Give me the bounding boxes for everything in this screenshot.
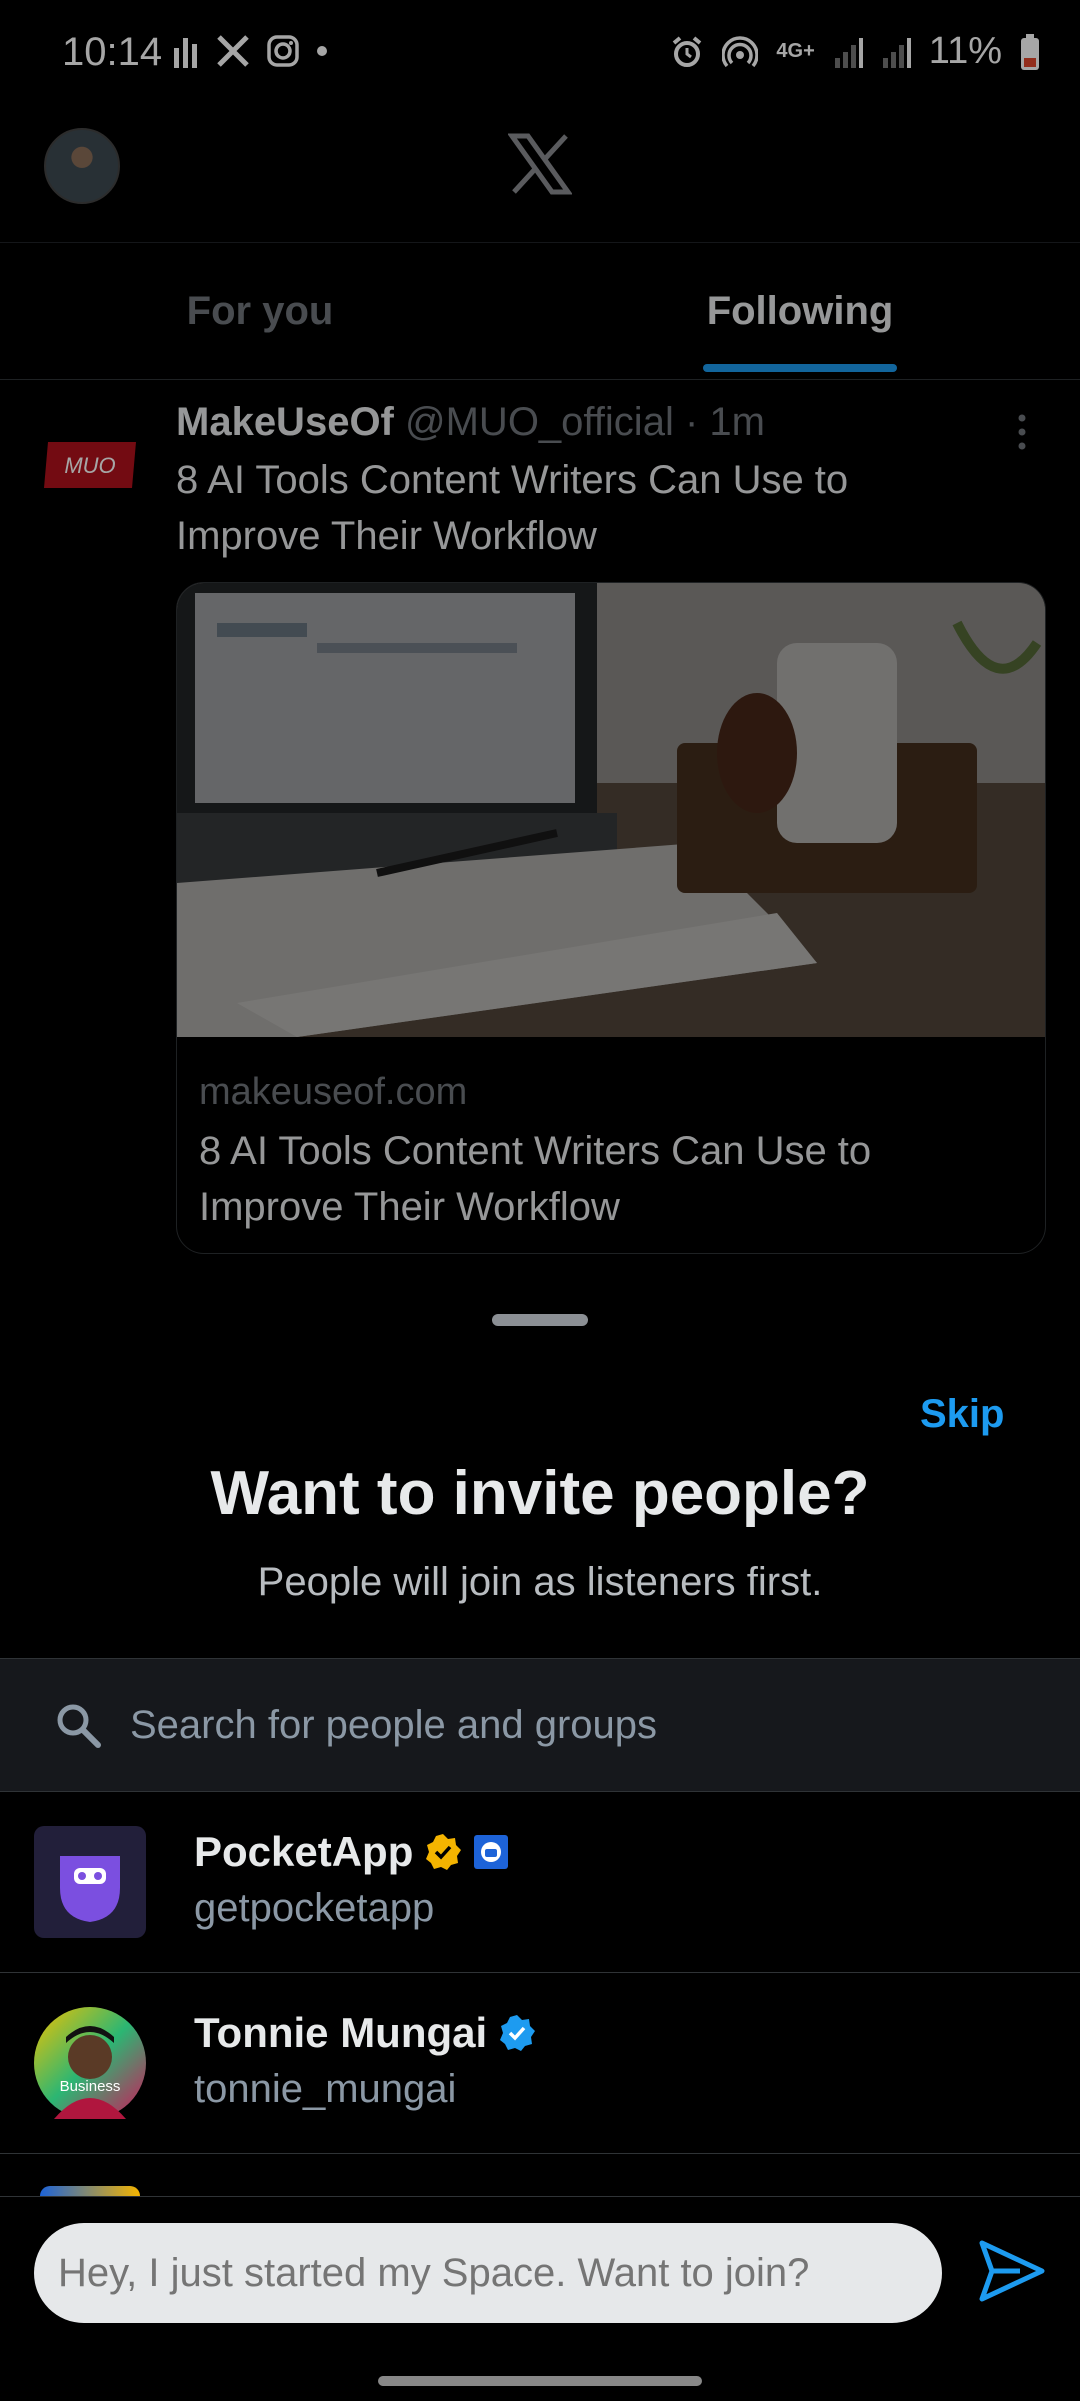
search-input[interactable]: Search for people and groups <box>130 1703 657 1748</box>
tonnie-mungai-avatar: Business <box>34 2007 146 2119</box>
send-icon[interactable] <box>976 2239 1046 2303</box>
next-avatar-partial <box>40 2186 140 2196</box>
battery-percent: 11% <box>928 30 1002 72</box>
notification-dot-icon <box>317 46 327 56</box>
sheet-title: Want to invite people? <box>210 1459 870 1528</box>
gold-verified-badge-icon <box>426 1834 462 1870</box>
makeuseof-avatar[interactable]: MUO <box>42 440 138 490</box>
tab-following[interactable]: Following <box>560 243 1040 379</box>
tonnie-name-row: Tonnie Mungai <box>194 2009 537 2057</box>
cellular-signal-2-icon <box>882 37 911 68</box>
signal-bars-icon <box>174 38 197 68</box>
tweet-handle[interactable]: @MUO_official <box>405 400 674 444</box>
status-left-icons <box>172 34 328 68</box>
tweet-time: · 1m <box>684 400 765 444</box>
x-app-icon <box>217 35 249 67</box>
message-composer <box>0 2196 1080 2401</box>
card-domain: makeuseof.com <box>199 1071 468 1113</box>
home-indicator[interactable] <box>378 2376 702 2386</box>
tab-for-you[interactable]: For you <box>0 243 520 379</box>
search-icon <box>57 1704 101 1748</box>
affiliate-badge-icon <box>474 1835 509 1869</box>
sheet-subtitle: People will join as listeners first. <box>257 1560 823 1604</box>
instagram-icon <box>267 35 299 67</box>
list-item-tonnie-mungai[interactable]: Business Tonnie Mungai tonnie_mungai <box>0 1973 1080 2154</box>
search-bar[interactable]: Search for people and groups <box>0 1658 1080 1792</box>
link-card[interactable]: makeuseof.com 8 AI Tools Content Writers… <box>176 582 1046 1254</box>
tweet-author[interactable]: MakeUseOf <box>176 400 394 444</box>
tweet-header: MakeUseOf @MUO_official · 1m <box>176 400 765 445</box>
timeline-tabs: For you Following <box>0 242 1080 380</box>
status-right-icons: 4G+ 11% <box>670 30 1040 73</box>
status-time: 10:14 <box>62 30 163 74</box>
person-handle: getpocketapp <box>194 1886 435 1930</box>
card-title: 8 AI Tools Content Writers Can Use to Im… <box>199 1129 872 1229</box>
list-item-pocketapp[interactable]: PocketApp getpocketapp <box>0 1792 1080 1973</box>
avatar-badge-text: Business <box>60 2078 121 2095</box>
pocketapp-avatar <box>34 1826 146 1938</box>
sheet-drag-handle[interactable] <box>492 1314 588 1326</box>
invite-message-input[interactable] <box>34 2223 942 2323</box>
muo-logo-text: MUO <box>64 453 115 478</box>
skip-button[interactable]: Skip <box>920 1392 1004 1437</box>
blue-verified-badge-icon <box>500 2015 536 2051</box>
pocketapp-name-row: PocketApp <box>194 1828 509 1876</box>
tweet-text: 8 AI Tools Content Writers Can Use to Im… <box>176 458 849 558</box>
person-handle: tonnie_mungai <box>194 2067 457 2111</box>
alarm-icon <box>673 35 702 67</box>
x-logo-icon <box>508 133 572 195</box>
hotspot-icon <box>722 35 759 67</box>
active-tab-indicator <box>703 364 897 372</box>
status-bar: 10:14 4G+ 11% <box>0 0 1080 110</box>
person-name: Tonnie Mungai <box>194 2009 488 2056</box>
more-options-icon[interactable] <box>1012 412 1032 452</box>
network-type: 4G+ <box>776 40 815 62</box>
cellular-signal-icon <box>834 37 863 68</box>
profile-avatar[interactable] <box>44 128 120 204</box>
battery-low-icon <box>1021 33 1039 70</box>
card-image <box>177 583 1045 1037</box>
person-name: PocketApp <box>194 1828 414 1875</box>
